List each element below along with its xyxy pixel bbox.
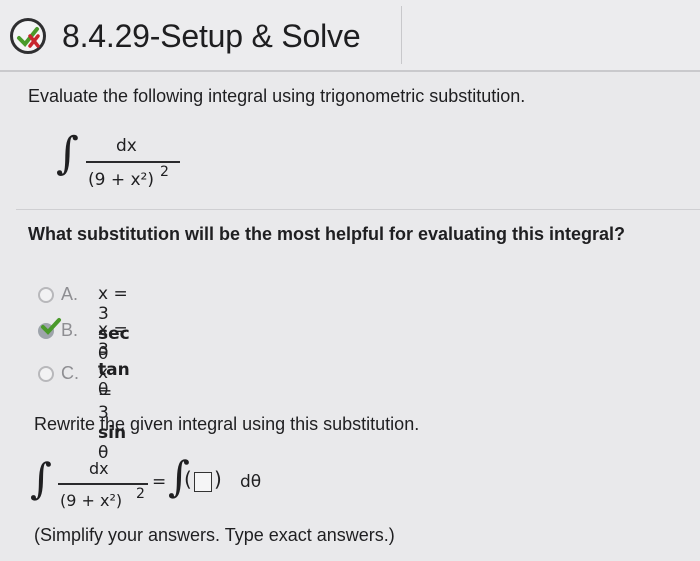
open-paren: ( xyxy=(184,467,192,491)
integral-exponent: 2 xyxy=(160,164,169,180)
header: 8.4.29-Setup & Solve xyxy=(0,0,700,72)
option-c-expression: x = 3 sin θ xyxy=(98,363,127,463)
rewrite-exponent: 2 xyxy=(136,486,145,502)
close-paren: ) xyxy=(214,467,222,491)
differential: dθ xyxy=(240,472,262,492)
section-divider xyxy=(16,209,700,210)
option-c-letter: C. xyxy=(61,363,79,383)
rewrite-prompt: Rewrite the given integral using this su… xyxy=(34,414,420,434)
question-text: What substitution will be the most helpf… xyxy=(28,224,626,244)
rewrite-numerator: dx xyxy=(89,459,109,478)
partially-correct-icon xyxy=(10,18,46,54)
checkmark-icon xyxy=(40,317,62,342)
option-b-letter: B. xyxy=(61,320,79,340)
problem-prompt: Evaluate the following integral using tr… xyxy=(28,86,526,106)
radio-option-c[interactable] xyxy=(38,366,54,382)
rewrite-integral-sign: ∫ xyxy=(30,454,52,503)
title-divider xyxy=(401,6,402,64)
fraction-bar xyxy=(86,161,180,163)
rewrite-denominator: (9 + x²) xyxy=(60,491,123,510)
page-title: 8.4.29-Setup & Solve xyxy=(62,18,361,54)
radio-option-a[interactable] xyxy=(38,287,54,303)
hint-text: (Simplify your answers. Type exact answe… xyxy=(34,525,395,545)
integral-numerator: dx xyxy=(116,136,137,156)
integral-sign: ∫ xyxy=(56,128,79,179)
answer-input-box[interactable] xyxy=(194,472,212,492)
rewrite-fraction-bar xyxy=(58,483,148,485)
option-a-letter: A. xyxy=(61,284,79,304)
integral-denominator: (9 + x²) xyxy=(88,170,155,190)
equals-sign: = xyxy=(152,472,167,492)
